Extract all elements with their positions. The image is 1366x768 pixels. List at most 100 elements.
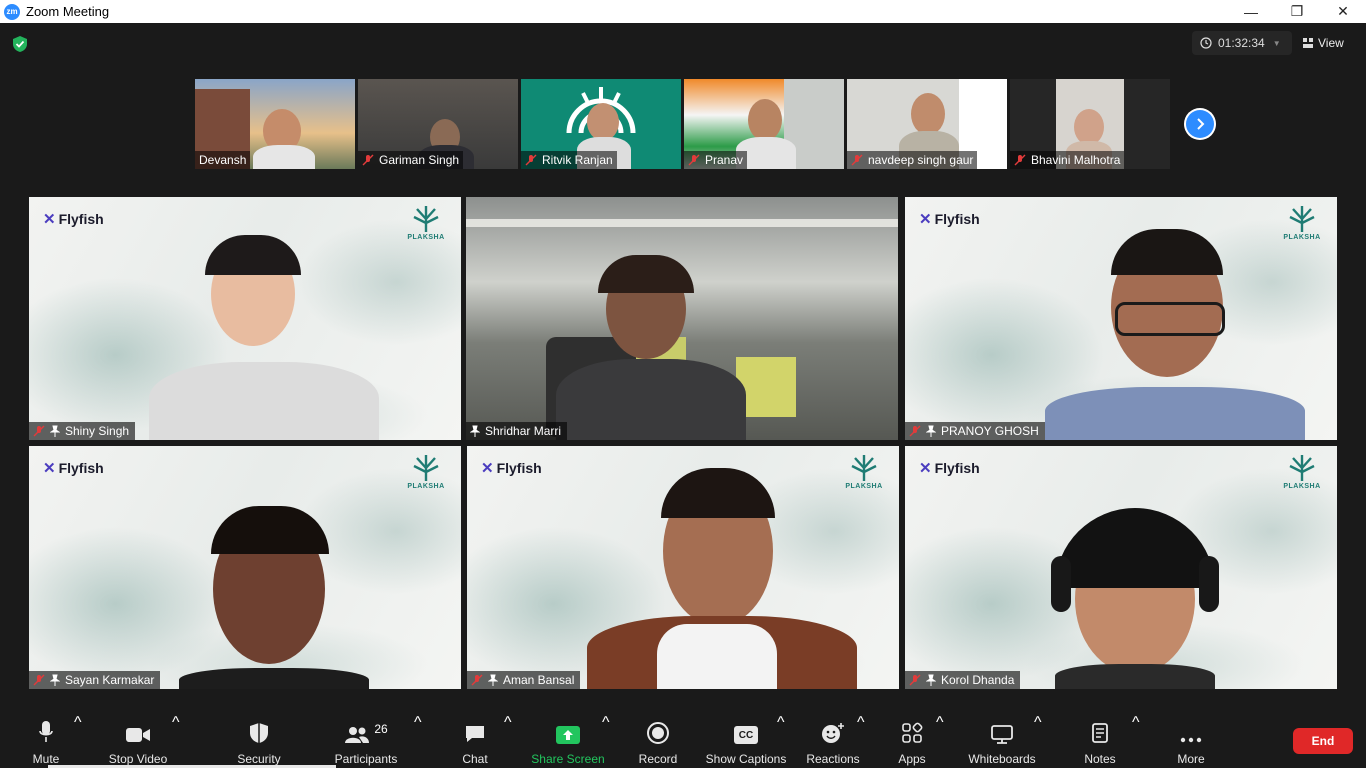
zoom-logo-icon: zm — [4, 3, 20, 20]
next-page-button[interactable] — [1184, 108, 1216, 140]
chevron-right-icon — [1197, 118, 1205, 130]
reactions-smiley-icon — [822, 723, 844, 743]
plaksha-logo: PLAKSHA — [845, 454, 883, 498]
strip-thumb[interactable]: Ritvik Ranjan — [521, 79, 681, 169]
plaksha-tree-icon — [1289, 455, 1315, 481]
chat-bubble-icon — [466, 726, 484, 742]
participants-count: 26 — [374, 722, 388, 736]
participants-icon — [345, 727, 370, 743]
participant-name: Korol Dhanda — [941, 673, 1015, 687]
end-meeting-button[interactable]: End — [1293, 728, 1353, 754]
meeting-controls-toolbar: Mute ^ Stop Video ^ Security 26 Particip… — [0, 714, 1366, 768]
plaksha-tree-icon — [1289, 206, 1315, 232]
share-options-chevron[interactable]: ^ — [602, 714, 610, 768]
mic-muted-icon — [525, 154, 537, 166]
meeting-timer[interactable]: 01:32:34 ▼ — [1192, 31, 1292, 55]
apps-options-chevron[interactable]: ^ — [936, 714, 944, 768]
plaksha-tree-icon — [413, 206, 439, 232]
video-tile[interactable]: ✕ Flyfish PLAKSHA Sayan Karmakar — [29, 446, 461, 689]
participant-name: Shridhar Marri — [485, 424, 562, 438]
mic-muted-icon — [362, 154, 374, 166]
strip-thumb[interactable]: navdeep singh gaur — [847, 79, 1007, 169]
notes-button[interactable]: Notes — [1080, 714, 1120, 768]
flyfish-logo: ✕ Flyfish — [43, 460, 104, 477]
reactions-button[interactable]: Reactions — [804, 714, 862, 768]
participant-name: Gariman Singh — [379, 153, 460, 167]
video-camera-icon — [126, 728, 150, 742]
participant-name: Sayan Karmakar — [65, 673, 155, 687]
record-button[interactable]: Record — [636, 714, 680, 768]
show-captions-button[interactable]: CC Show Captions — [704, 714, 788, 768]
strip-thumb[interactable]: Bhavini Malhotra — [1010, 79, 1170, 169]
participant-name: Ritvik Ranjan — [542, 153, 613, 167]
mute-options-chevron[interactable]: ^ — [74, 714, 82, 768]
whiteboards-button[interactable]: Whiteboards — [966, 714, 1038, 768]
video-tile[interactable]: ✕ Flyfish PLAKSHA PRANOY GHOSH — [905, 197, 1337, 440]
participant-name: PRANOY GHOSH — [941, 424, 1039, 438]
pin-icon — [926, 674, 936, 686]
participant-name: Pranav — [705, 153, 744, 167]
participant-name: Shiny Singh — [65, 424, 130, 438]
minimize-button[interactable]: — — [1228, 0, 1274, 23]
video-tile-active-speaker[interactable]: Shridhar Marri — [466, 197, 898, 440]
plaksha-logo: PLAKSHA — [1283, 454, 1321, 498]
stop-video-button[interactable]: Stop Video — [103, 714, 173, 768]
view-button[interactable]: View — [1302, 31, 1344, 55]
video-tile[interactable]: ✕ Flyfish PLAKSHA Korol Dhanda — [905, 446, 1337, 689]
plaksha-tree-icon — [851, 455, 877, 481]
more-button[interactable]: More — [1172, 714, 1210, 768]
microphone-icon — [39, 721, 53, 742]
pin-icon — [50, 425, 60, 437]
captions-options-chevron[interactable]: ^ — [777, 714, 785, 768]
pin-icon — [488, 674, 498, 686]
plaksha-logo: PLAKSHA — [407, 454, 445, 498]
mic-muted-icon — [33, 425, 45, 437]
plaksha-logo: PLAKSHA — [1283, 205, 1321, 249]
video-options-chevron[interactable]: ^ — [172, 714, 180, 768]
more-dots-icon — [1180, 737, 1202, 743]
timer-text: 01:32:34 — [1218, 36, 1265, 50]
security-button[interactable]: Security — [230, 714, 288, 768]
pin-icon — [470, 425, 480, 437]
flyfish-logo: ✕ Flyfish — [481, 460, 542, 477]
participants-button[interactable]: 26 Participants — [330, 714, 402, 768]
security-shield-icon — [250, 723, 268, 743]
mic-muted-icon — [1014, 154, 1026, 166]
reactions-options-chevron[interactable]: ^ — [857, 714, 865, 768]
chevron-down-icon: ▼ — [1272, 38, 1281, 48]
mic-muted-icon — [909, 674, 921, 686]
close-button[interactable]: ✕ — [1320, 0, 1366, 23]
apps-button[interactable]: Apps — [893, 714, 931, 768]
maximize-button[interactable]: ❐ — [1274, 0, 1320, 23]
mic-muted-icon — [471, 674, 483, 686]
strip-thumb[interactable]: Pranav — [684, 79, 844, 169]
whiteboard-icon — [991, 725, 1013, 744]
whiteboards-options-chevron[interactable]: ^ — [1034, 714, 1042, 768]
captions-cc-icon: CC — [734, 726, 758, 744]
flyfish-logo: ✕ Flyfish — [43, 211, 104, 228]
strip-thumb[interactable]: Devansh — [195, 79, 355, 169]
flyfish-logo: ✕ Flyfish — [919, 211, 980, 228]
video-tile[interactable]: ✕ Flyfish PLAKSHA Aman Bansal — [467, 446, 899, 689]
clock-icon — [1200, 37, 1212, 49]
plaksha-tree-icon — [413, 455, 439, 481]
flyfish-logo: ✕ Flyfish — [919, 460, 980, 477]
chat-button[interactable]: Chat — [455, 714, 495, 768]
notes-options-chevron[interactable]: ^ — [1132, 714, 1140, 768]
video-tile[interactable]: ✕ Flyfish PLAKSHA Shiny Singh — [29, 197, 461, 440]
meeting-topbar: 01:32:34 ▼ View — [0, 23, 1366, 63]
grid-view-icon — [1303, 38, 1313, 48]
strip-thumb[interactable]: Gariman Singh — [358, 79, 518, 169]
pin-icon — [50, 674, 60, 686]
chat-options-chevron[interactable]: ^ — [504, 714, 512, 768]
mute-button[interactable]: Mute — [26, 714, 66, 768]
share-screen-button[interactable]: Share Screen — [531, 714, 605, 768]
notes-icon — [1092, 723, 1108, 743]
view-label: View — [1318, 36, 1344, 50]
encryption-shield-icon[interactable] — [11, 35, 29, 53]
participant-name: Devansh — [199, 153, 247, 167]
participants-options-chevron[interactable]: ^ — [414, 714, 422, 768]
window-title: Zoom Meeting — [26, 4, 110, 19]
record-icon — [647, 722, 669, 744]
window-titlebar: zm Zoom Meeting — ❐ ✕ — [0, 0, 1366, 23]
